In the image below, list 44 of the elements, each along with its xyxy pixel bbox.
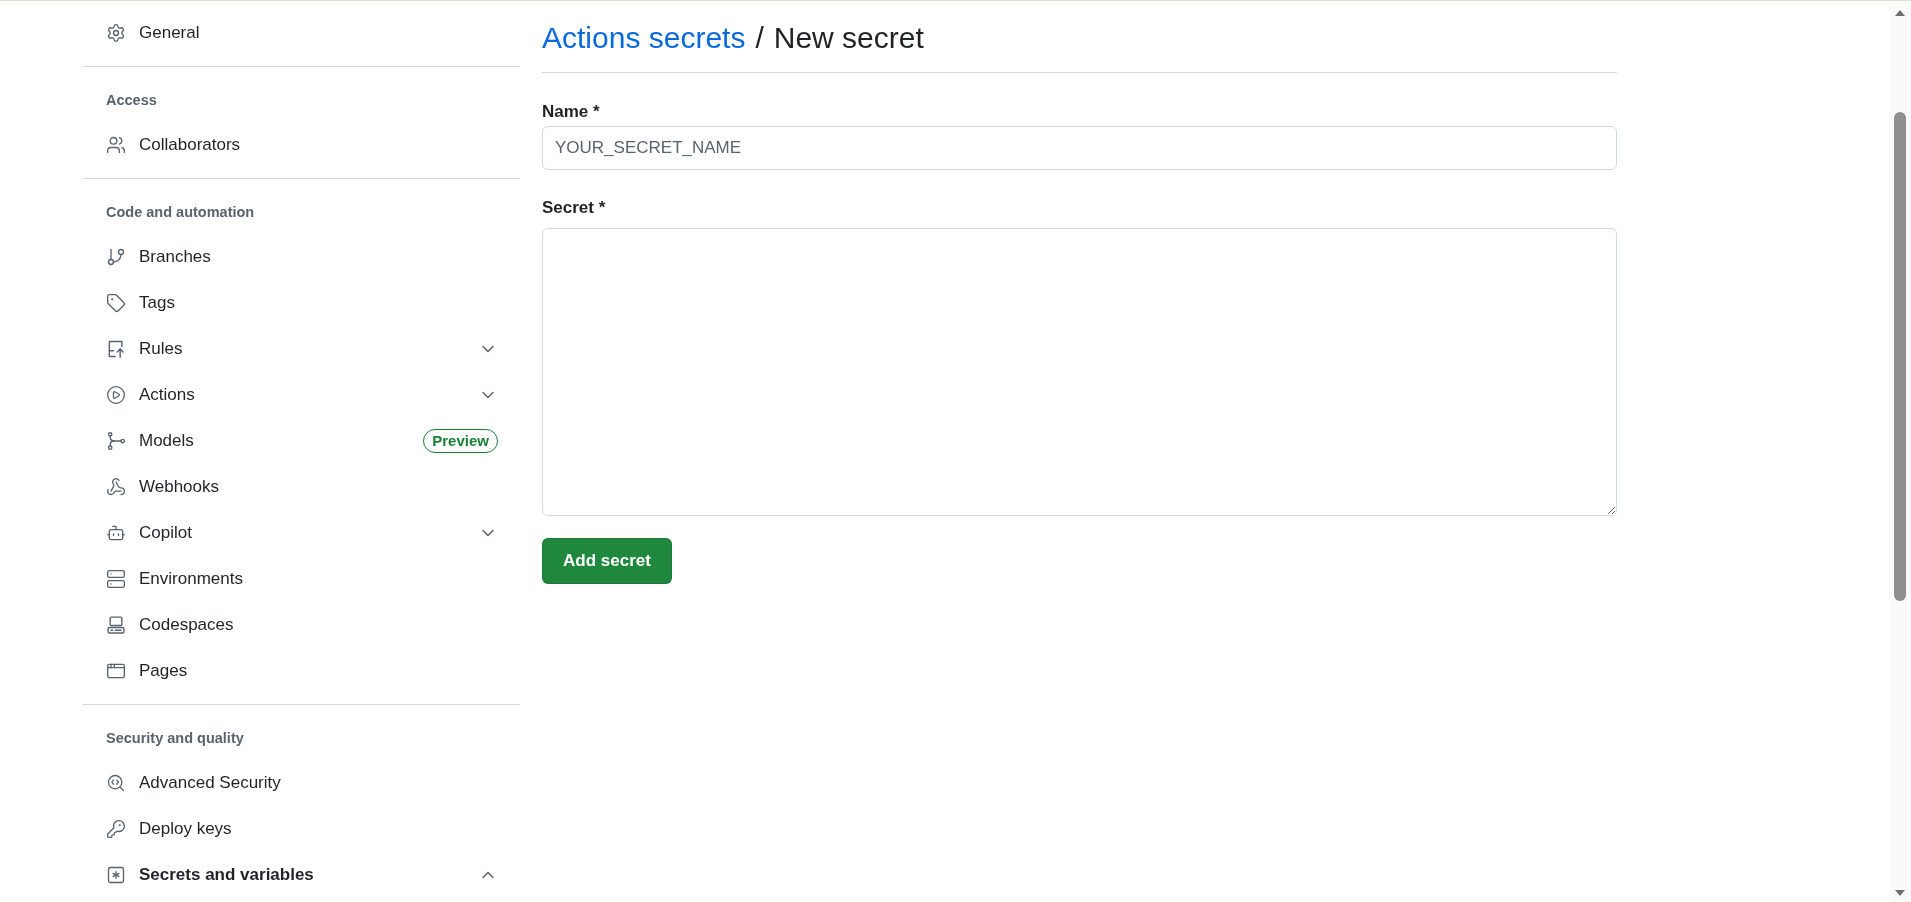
computer-icon [106, 615, 126, 635]
server-icon [106, 569, 126, 589]
browser-window-icon [106, 661, 126, 681]
search-code-icon [106, 773, 126, 793]
sidebar-item[interactable]: Advanced Security [83, 760, 520, 806]
sidebar-item[interactable]: Copilot [83, 510, 520, 556]
gear-icon [106, 23, 126, 43]
scrollbar-thumb[interactable] [1894, 112, 1906, 601]
webhook-icon [106, 477, 126, 497]
sidebar-item[interactable]: Rules [83, 326, 520, 372]
section-heading: Security and quality [106, 729, 245, 748]
play-circle-icon [106, 385, 126, 405]
key-icon [106, 819, 126, 839]
people-icon [106, 135, 126, 155]
sidebar-item[interactable]: Branches [83, 234, 520, 280]
sidebar-item[interactable]: General [83, 10, 520, 56]
sidebar-item[interactable]: Deploy keys [83, 806, 520, 852]
branch-icon [106, 247, 126, 267]
page-title: New secret [773, 20, 924, 56]
sidebar-item[interactable]: Pages [83, 648, 520, 694]
breadcrumb-separator: / [755, 20, 764, 56]
asterisk-square-icon [106, 865, 126, 885]
section-heading: Access [106, 91, 158, 110]
scroll-up-icon[interactable] [1895, 10, 1905, 16]
field-label: Name * [542, 101, 601, 123]
sidebar-item[interactable]: Codespaces [83, 602, 520, 648]
sidebar-item[interactable]: Secrets and variables [83, 852, 520, 898]
connected-nodes-icon [106, 431, 126, 451]
tag-icon [106, 293, 126, 313]
sidebar-item[interactable]: Collaborators [83, 122, 520, 168]
submit-button[interactable]: Add secret [542, 538, 672, 584]
text-input-field[interactable]: YOUR_SECRET_NAME [542, 126, 1617, 170]
sidebar-item[interactable]: Webhooks [83, 464, 520, 510]
robot-icon [106, 523, 126, 543]
sidebar-item[interactable]: Tags [83, 280, 520, 326]
document-arrow-icon [106, 339, 126, 359]
breadcrumb-link[interactable]: Actions secrets [542, 18, 746, 58]
textarea-field[interactable] [542, 228, 1617, 516]
section-heading: Code and automation [106, 203, 256, 222]
sidebar-item[interactable]: Actions [83, 372, 520, 418]
sidebar-item[interactable]: Models Preview [83, 418, 520, 464]
field-label: Secret * [542, 197, 607, 219]
scroll-down-icon[interactable] [1895, 890, 1905, 896]
sidebar-item[interactable]: Environments [83, 556, 520, 602]
